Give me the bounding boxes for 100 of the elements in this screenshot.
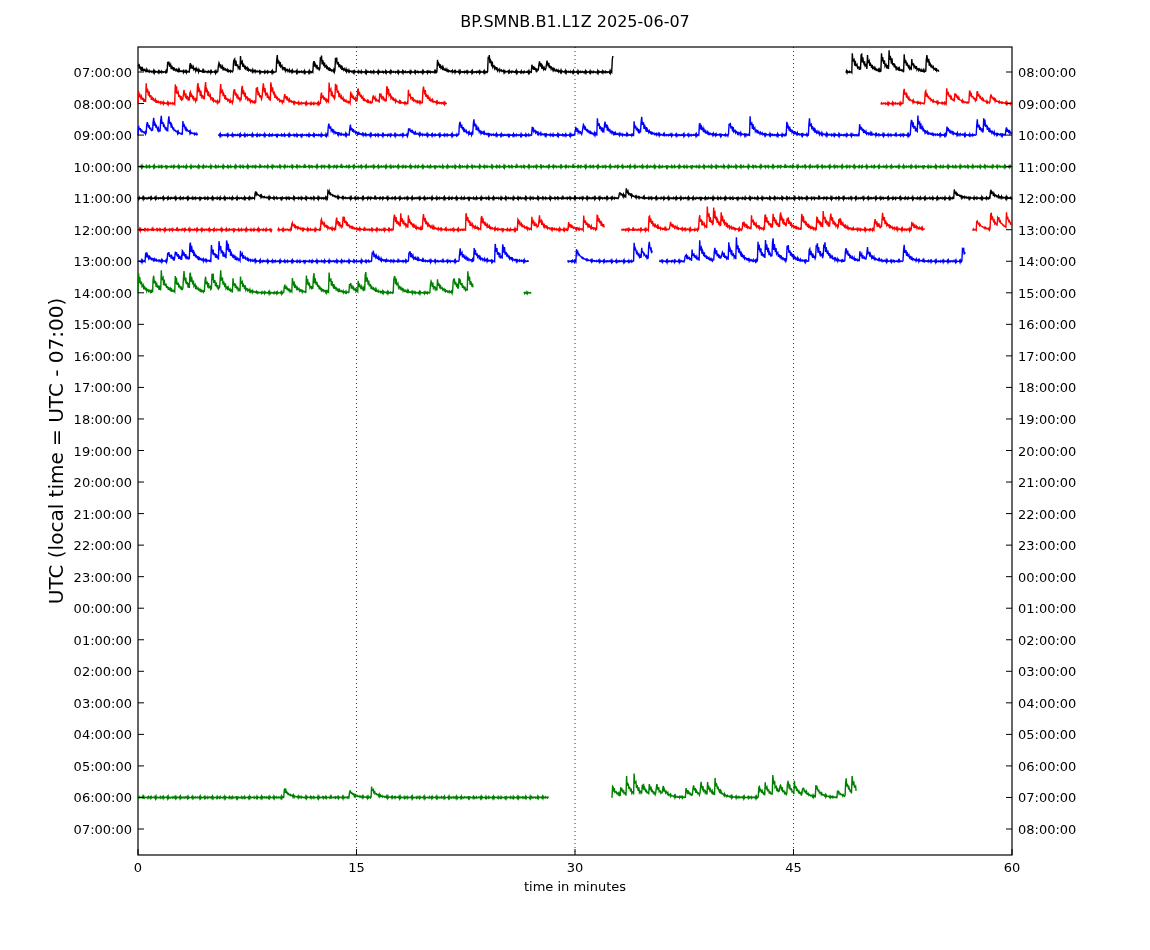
tick-label: 23:00:00 <box>73 569 132 585</box>
tick-mark <box>137 848 139 856</box>
tick-label: 06:00:00 <box>1018 758 1077 774</box>
tick-label: 13:00:00 <box>73 254 132 270</box>
tick-mark <box>137 828 145 830</box>
tick-label: 09:00:00 <box>73 128 132 144</box>
tick-label: 04:00:00 <box>1018 695 1077 711</box>
tick-label: 12:00:00 <box>1018 191 1077 207</box>
tick-label: 02:00:00 <box>1018 632 1077 648</box>
tick-mark <box>1005 229 1013 231</box>
tick-label: 12:00:00 <box>73 222 132 238</box>
tick-mark <box>1005 166 1013 168</box>
tick-label: 16:00:00 <box>1018 317 1077 333</box>
tick-label: 07:00:00 <box>1018 790 1077 806</box>
tick-label: 05:00:00 <box>73 758 132 774</box>
tick-mark <box>1011 848 1013 856</box>
tick-label: 19:00:00 <box>1018 411 1077 427</box>
tick-label: 08:00:00 <box>73 96 132 112</box>
tick-label: 01:00:00 <box>1018 601 1077 617</box>
tick-label: 04:00:00 <box>73 727 132 743</box>
tick-label: 19:00:00 <box>73 443 132 459</box>
tick-mark <box>1005 103 1013 105</box>
tick-mark <box>137 513 145 515</box>
tick-label: 30 <box>566 860 584 875</box>
tick-mark <box>1005 796 1013 798</box>
tick-mark <box>1005 765 1013 767</box>
tick-label: 00:00:00 <box>73 601 132 617</box>
tick-mark <box>137 481 145 483</box>
tick-mark <box>1005 828 1013 830</box>
tick-label: 45 <box>785 860 802 875</box>
tick-mark <box>1005 418 1013 420</box>
tick-mark <box>137 134 145 136</box>
tick-mark <box>1005 260 1013 262</box>
tick-label: 03:00:00 <box>1018 664 1077 680</box>
tick-mark <box>1005 134 1013 136</box>
tick-label: 02:00:00 <box>73 664 132 680</box>
tick-label: 05:00:00 <box>1018 727 1077 743</box>
tick-label: 16:00:00 <box>73 348 132 364</box>
tick-mark <box>1005 323 1013 325</box>
tick-mark <box>137 260 145 262</box>
tick-mark <box>356 848 357 856</box>
tick-label: 22:00:00 <box>1018 506 1077 522</box>
tick-mark <box>137 197 145 199</box>
tick-mark <box>1005 544 1013 546</box>
tick-label: 00:00:00 <box>1018 569 1077 585</box>
tick-label: 07:00:00 <box>73 822 132 837</box>
tick-label: 01:00:00 <box>73 632 132 648</box>
tick-label: 03:00:00 <box>73 695 132 711</box>
tick-mark <box>1005 355 1013 357</box>
tick-label: 10:00:00 <box>73 159 132 175</box>
tick-mark <box>137 607 145 609</box>
tick-mark <box>1005 639 1013 641</box>
tick-mark <box>1005 670 1013 672</box>
tick-label: 08:00:00 <box>1018 65 1077 80</box>
tick-mark <box>1005 386 1013 388</box>
tick-label: 60 <box>1003 860 1021 875</box>
tick-label: 07:00:00 <box>73 65 132 80</box>
tick-mark <box>137 103 145 105</box>
tick-label: 22:00:00 <box>73 538 132 554</box>
tick-mark <box>1005 733 1013 735</box>
tick-mark <box>137 229 145 231</box>
tick-mark <box>1005 607 1013 609</box>
tick-mark <box>137 576 145 578</box>
tick-label: 11:00:00 <box>73 191 132 207</box>
tick-mark <box>137 450 145 451</box>
tick-label: 08:00:00 <box>1018 822 1077 837</box>
tick-label: 17:00:00 <box>1018 348 1077 364</box>
tick-label: 20:00:00 <box>73 475 132 491</box>
tick-label: 15 <box>348 860 365 875</box>
tick-mark <box>1005 481 1013 483</box>
tick-label: 14:00:00 <box>73 285 132 301</box>
tick-label: 13:00:00 <box>1018 222 1077 238</box>
tick-label: 14:00:00 <box>1018 254 1077 270</box>
tick-mark <box>574 848 576 856</box>
tick-mark <box>1005 292 1013 294</box>
tick-label: 15:00:00 <box>73 317 132 333</box>
seismic-trace <box>137 115 199 137</box>
tick-mark <box>137 544 145 546</box>
tick-mark <box>1005 576 1013 578</box>
tick-mark <box>1005 450 1013 451</box>
axis-label: UTC (local time = UTC - 07:00) <box>44 297 68 605</box>
tick-mark <box>137 796 145 798</box>
tick-mark <box>137 733 145 735</box>
tick-label: 09:00:00 <box>1018 96 1077 112</box>
seismic-trace <box>972 211 1013 233</box>
tick-mark <box>1005 197 1013 199</box>
tick-mark <box>137 386 145 388</box>
tick-mark <box>1005 71 1013 73</box>
tick-label: 0 <box>133 860 143 875</box>
tick-mark <box>1005 513 1013 515</box>
tick-mark <box>137 765 145 767</box>
tick-mark <box>1005 702 1013 704</box>
tick-mark <box>137 639 145 641</box>
tick-label: 18:00:00 <box>73 411 132 427</box>
tick-mark <box>137 166 145 168</box>
tick-mark <box>793 848 794 856</box>
tick-label: 11:00:00 <box>1018 159 1077 175</box>
tick-label: 17:00:00 <box>73 380 132 396</box>
tick-label: 21:00:00 <box>1018 475 1077 491</box>
tick-label: 10:00:00 <box>1018 128 1077 144</box>
